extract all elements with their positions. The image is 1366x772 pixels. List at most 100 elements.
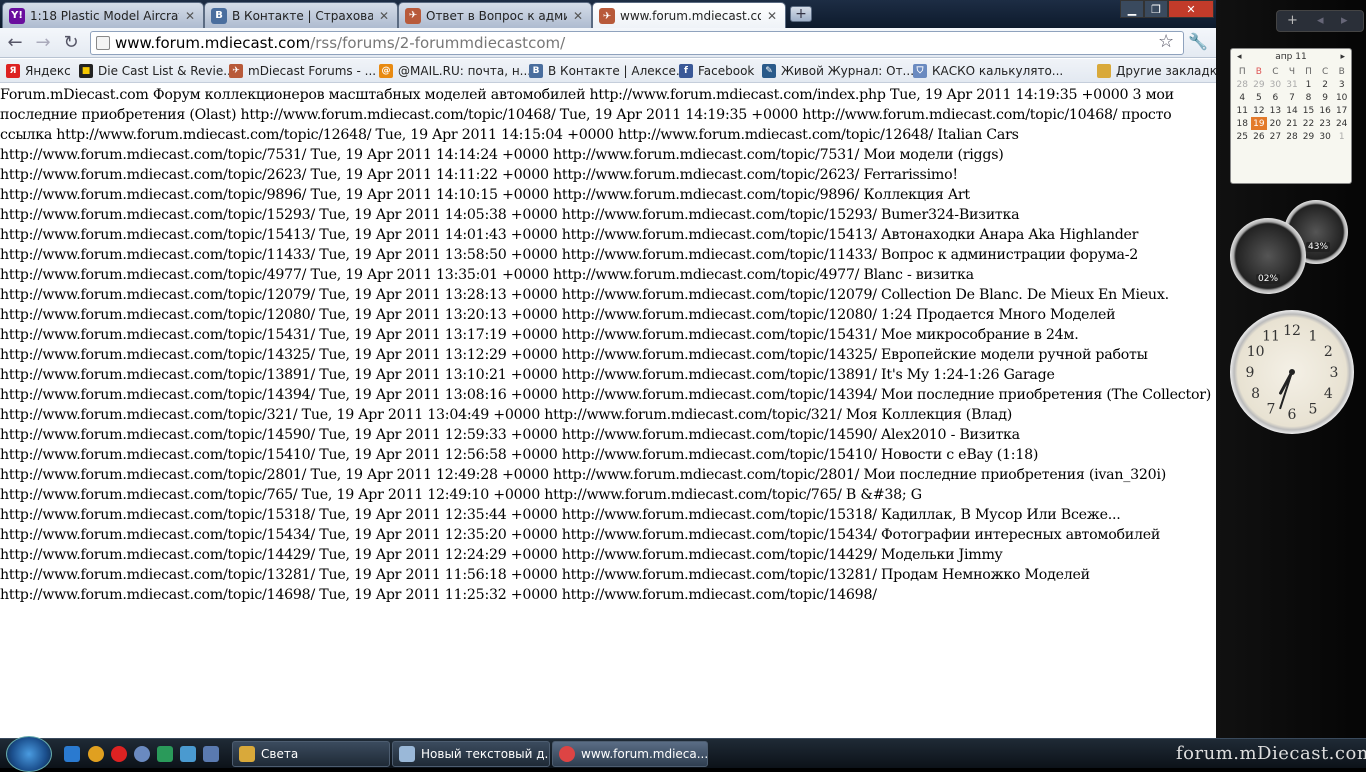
livejournal-icon: ✎ (762, 64, 776, 78)
new-tab-button[interactable]: + (790, 6, 812, 22)
calendar-day[interactable]: 18 (1234, 117, 1251, 130)
taskbar-item-folder[interactable]: Света (232, 741, 390, 767)
calendar-day[interactable]: 29 (1251, 78, 1268, 91)
calendar-day[interactable]: 17 (1333, 104, 1350, 117)
calendar-header: ◂ апр 11 ▸ (1231, 49, 1351, 65)
weekday: С (1321, 66, 1329, 77)
bookmark-kasko[interactable]: ⛉ КАСКО калькулято... (913, 62, 1063, 80)
weekday: С (1272, 66, 1279, 77)
tab-2[interactable]: B В Контакте | Страховани... ✕ (204, 2, 398, 28)
back-arrow-icon[interactable]: ← (4, 32, 26, 54)
messenger-icon[interactable] (157, 746, 173, 762)
forward-arrow-icon[interactable]: → (32, 32, 54, 54)
taskbar-item-notepad[interactable]: Новый текстовый д... (392, 741, 550, 767)
notepad-icon (399, 746, 415, 762)
bookmark-diecast-list[interactable]: ■ Die Cast List & Revie... (79, 62, 235, 80)
clock-number: 5 (1309, 401, 1318, 417)
calendar-day[interactable]: 14 (1284, 104, 1301, 117)
calendar-day-today[interactable]: 19 (1250, 117, 1268, 130)
clock-number: 1 (1309, 329, 1318, 345)
bookmarks-bar: Я Яндекс ■ Die Cast List & Revie... ✈ mDiec… (0, 59, 1216, 83)
ie-icon[interactable] (64, 746, 80, 762)
cpu-meter-gauge[interactable]: 02% (1230, 218, 1306, 294)
calendar-next-icon[interactable]: ▸ (1340, 49, 1345, 65)
window-controls: ▁ ❐ ✕ (1120, 0, 1214, 18)
bookmark-livejournal[interactable]: ✎ Живой Журнал: От... (762, 62, 914, 80)
restore-icon[interactable]: ❐ (1144, 0, 1168, 18)
calendar-day[interactable]: 8 (1300, 91, 1317, 104)
opera-icon[interactable] (111, 746, 127, 762)
start-button[interactable] (6, 736, 52, 772)
calendar-day[interactable]: 22 (1300, 117, 1317, 130)
media-player-icon[interactable] (134, 746, 150, 762)
tab-close-icon[interactable]: ✕ (183, 9, 197, 23)
calendar-day[interactable]: 28 (1284, 130, 1301, 143)
calendar-day[interactable]: 28 (1234, 78, 1251, 91)
bookmark-vk[interactable]: BВ Контакте | Алексе... (529, 62, 687, 80)
browser-toolbar: ← → ↻ www.forum.mdiecast.com/rss/forums/… (0, 28, 1216, 58)
calendar-gadget[interactable]: ◂ апр 11 ▸ П В С Ч П С В 28 29 30 31 1 2… (1230, 48, 1352, 184)
calendar-day[interactable]: 25 (1234, 130, 1251, 143)
tab-3[interactable]: ✈ Ответ в Вопрос к админ... ✕ (398, 2, 592, 28)
calendar-prev-icon[interactable]: ◂ (1237, 49, 1242, 65)
chrome-icon[interactable] (88, 746, 104, 762)
calendar-day[interactable]: 15 (1300, 104, 1317, 117)
clock-number: 2 (1324, 344, 1333, 360)
show-desktop-icon[interactable] (203, 746, 219, 762)
weekday: П (1238, 66, 1246, 77)
calendar-day[interactable]: 12 (1251, 104, 1268, 117)
wrench-icon[interactable]: 🔧 (1188, 32, 1208, 51)
close-window-icon[interactable]: ✕ (1168, 0, 1214, 18)
reload-icon[interactable]: ↻ (60, 32, 82, 54)
add-gadget-icon[interactable]: + (1287, 13, 1298, 28)
address-bar[interactable]: www.forum.mdiecast.com/rss/forums/2-foru… (90, 31, 1184, 55)
bookmark-mailru[interactable]: @ @MAIL.RU: почта, н... (379, 62, 531, 80)
calendar-day[interactable]: 10 (1333, 91, 1350, 104)
calendar-day[interactable]: 3 (1333, 78, 1350, 91)
calendar-day[interactable]: 9 (1317, 91, 1334, 104)
taskbar-item-chrome[interactable]: www.forum.mdieca... (552, 741, 708, 767)
calendar-day[interactable]: 21 (1284, 117, 1301, 130)
weekday: Ч (1288, 66, 1296, 77)
next-gadget-icon[interactable]: ▸ (1341, 13, 1348, 28)
calendar-day[interactable]: 6 (1267, 91, 1284, 104)
calendar-day[interactable]: 16 (1317, 104, 1334, 117)
calendar-day[interactable]: 1 (1300, 78, 1317, 91)
calendar-day[interactable]: 11 (1234, 104, 1251, 117)
yahoo-icon: Y! (9, 7, 25, 24)
calendar-day[interactable]: 4 (1234, 91, 1251, 104)
calendar-day[interactable]: 1 (1333, 130, 1350, 143)
calendar-day[interactable]: 30 (1317, 130, 1334, 143)
tab-close-icon[interactable]: ✕ (377, 9, 391, 23)
calendar-day[interactable]: 31 (1284, 78, 1301, 91)
calendar-day[interactable]: 13 (1267, 104, 1284, 117)
vk-icon: B (529, 64, 543, 78)
calendar-day[interactable]: 27 (1267, 130, 1284, 143)
calendar-day[interactable]: 20 (1267, 117, 1284, 130)
bookmark-facebook[interactable]: f Facebook (679, 62, 754, 80)
calendar-day[interactable]: 26 (1251, 130, 1268, 143)
prev-gadget-icon[interactable]: ◂ (1317, 13, 1324, 28)
calendar-day[interactable]: 23 (1317, 117, 1334, 130)
calendar-day[interactable]: 29 (1300, 130, 1317, 143)
browser-window: Y! 1:18 Plastic Model Aircraf... ✕ B В К… (0, 0, 1216, 738)
tab-1[interactable]: Y! 1:18 Plastic Model Aircraf... ✕ (2, 2, 204, 28)
bookmark-mdiecast-forums[interactable]: ✈ mDiecast Forums - ... (229, 62, 376, 80)
calendar-day[interactable]: 5 (1251, 91, 1268, 104)
tab-4-active[interactable]: ✈ www.forum.mdiecast.co... ✕ (592, 2, 786, 29)
windows-gadget-sidebar: + ◂ ▸ ◂ апр 11 ▸ П В С Ч П С В 28 29 30 … (1216, 0, 1366, 738)
calendar-day[interactable]: 24 (1333, 117, 1350, 130)
sidebar-controls: + ◂ ▸ (1276, 10, 1364, 32)
tab-close-icon[interactable]: ✕ (571, 9, 585, 23)
bookmark-star-icon[interactable]: ☆ (1158, 31, 1174, 52)
clock-gadget[interactable]: 12 12 3 45678 9 1011 (1230, 310, 1354, 434)
bookmark-yandex[interactable]: Я Яндекс (6, 62, 71, 80)
tab-close-icon[interactable]: ✕ (765, 9, 779, 23)
diecast-car-icon: ■ (79, 64, 93, 78)
calendar-day[interactable]: 30 (1267, 78, 1284, 91)
explorer-icon[interactable] (180, 746, 196, 762)
other-bookmarks-folder[interactable]: Другие закладки (1097, 62, 1216, 80)
calendar-day[interactable]: 2 (1317, 78, 1334, 91)
calendar-day[interactable]: 7 (1284, 91, 1301, 104)
minimize-icon[interactable]: ▁ (1120, 0, 1144, 18)
